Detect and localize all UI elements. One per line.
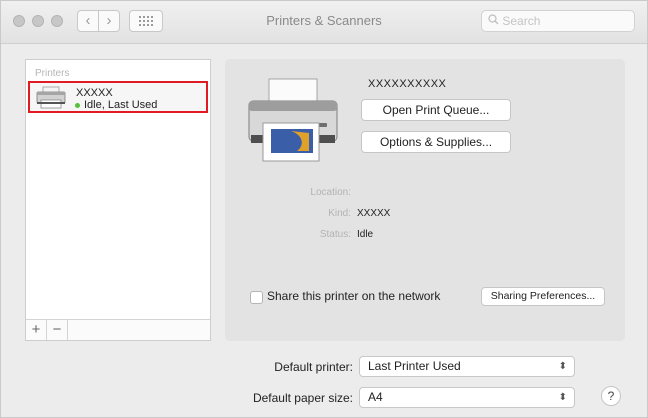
- kind-value: XXXXX: [357, 208, 391, 219]
- printer-icon: [36, 86, 66, 114]
- share-printer-checkbox[interactable]: [250, 291, 263, 304]
- add-printer-button[interactable]: +: [26, 320, 47, 340]
- sharing-preferences-button[interactable]: Sharing Preferences...: [481, 287, 605, 306]
- default-paper-size-value: A4: [368, 390, 383, 404]
- up-down-arrows-icon: ⬍: [558, 392, 567, 403]
- list-footer: + −: [26, 319, 210, 340]
- question-mark-icon: ?: [607, 389, 615, 403]
- printer-name: XXXXX: [76, 87, 113, 99]
- printer-list-item[interactable]: XXXXX Idle, Last Used: [28, 81, 208, 113]
- default-printer-label: Default printer:: [274, 360, 353, 374]
- up-down-arrows-icon: ⬍: [558, 361, 567, 372]
- remove-printer-button[interactable]: −: [47, 320, 68, 340]
- help-button[interactable]: ?: [601, 386, 621, 406]
- status-label: Status:: [319, 229, 351, 240]
- printers-list-header: Printers: [35, 68, 70, 79]
- printers-list: Printers XXXXX Idle, Last Used + −: [25, 59, 211, 341]
- status-value: Idle: [357, 229, 374, 240]
- search-placeholder: Search: [502, 14, 541, 28]
- default-paper-size-select[interactable]: A4 ⬍: [359, 387, 575, 408]
- search-field[interactable]: Search: [481, 10, 635, 32]
- search-icon: [488, 11, 499, 31]
- kind-label: Kind:: [328, 208, 351, 219]
- location-label: Location:: [310, 187, 351, 198]
- open-print-queue-button[interactable]: Open Print Queue...: [361, 99, 511, 121]
- printer-title: XXXXXXXXXX: [368, 78, 447, 90]
- printer-status: Idle, Last Used: [84, 99, 158, 111]
- plus-icon: +: [31, 321, 41, 338]
- share-printer-label: Share this printer on the network: [267, 289, 441, 303]
- printers-scanners-window: ‹ › Printers & Scanners Search Printers: [0, 0, 648, 418]
- default-paper-size-label: Default paper size:: [252, 391, 353, 405]
- options-supplies-button[interactable]: Options & Supplies...: [361, 131, 511, 153]
- printer-large-icon: [247, 77, 339, 168]
- printer-detail-panel: XXXXXXXXXX Open Print Queue... Options &…: [225, 59, 625, 341]
- default-printer-select[interactable]: Last Printer Used ⬍: [359, 356, 575, 377]
- minus-icon: −: [52, 321, 62, 338]
- title-bar: ‹ › Printers & Scanners Search: [1, 1, 647, 44]
- default-printer-value: Last Printer Used: [368, 359, 461, 373]
- status-indicator: [75, 103, 80, 108]
